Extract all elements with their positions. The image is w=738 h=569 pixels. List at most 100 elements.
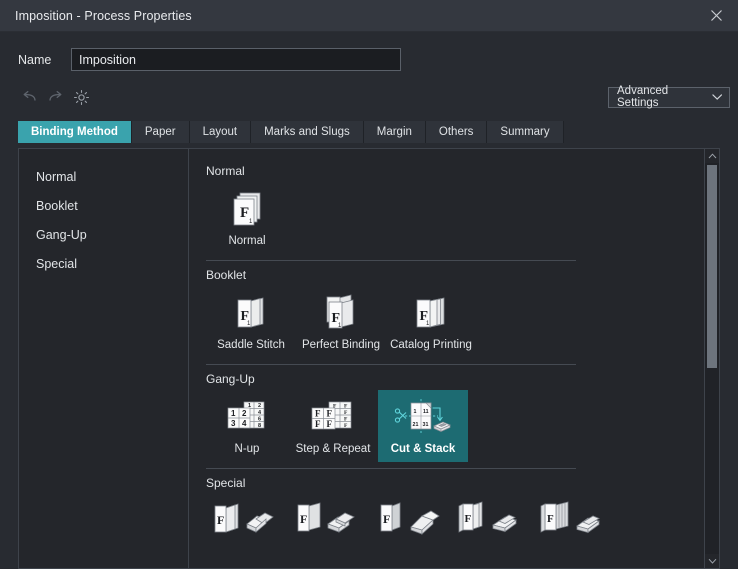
option-label: Perfect Binding	[302, 339, 380, 351]
tab-paper[interactable]: Paper	[132, 121, 190, 143]
close-button[interactable]	[694, 0, 738, 31]
option-catalog-printing[interactable]: F 1 Catalog Printing	[386, 286, 476, 358]
settings-button[interactable]	[70, 86, 93, 108]
svg-text:8: 8	[258, 423, 261, 429]
n-up-icon: 12 4 6 8	[222, 396, 272, 440]
section-normal: Normal	[206, 164, 719, 263]
gear-icon	[73, 89, 90, 106]
tab-label: Paper	[145, 126, 176, 138]
redo-button[interactable]	[44, 86, 67, 108]
svg-text:F: F	[547, 513, 554, 525]
option-special-2[interactable]: F	[288, 494, 370, 544]
dialog-body: Name	[0, 32, 738, 569]
saddle-stitch-icon: F 1	[229, 292, 273, 336]
option-normal[interactable]: F 1 Normal	[206, 182, 288, 254]
option-label: Catalog Printing	[390, 339, 472, 351]
toolbar-icons	[18, 86, 93, 108]
option-special-3[interactable]: F	[370, 494, 452, 544]
catalog-printing-icon: F 1	[408, 292, 454, 336]
icon-row: 12 4 6 8	[206, 390, 719, 462]
section-title: Normal	[206, 164, 719, 178]
option-label: Cut & Stack	[391, 443, 456, 455]
special-fold-5-icon: F	[537, 500, 613, 544]
title-bar: Imposition - Process Properties	[0, 0, 738, 32]
advanced-settings-label: Advanced Settings	[617, 85, 708, 109]
section-title: Gang-Up	[206, 372, 719, 386]
normal-pages-icon: F 1	[227, 188, 267, 232]
tab-label: Marks and Slugs	[264, 126, 350, 138]
sidebar-item-booklet[interactable]: Booklet	[19, 191, 188, 220]
option-perfect-binding[interactable]: F 1 Perfect Binding	[296, 286, 386, 358]
advanced-settings-dropdown[interactable]: Advanced Settings	[608, 87, 730, 108]
tab-label: Margin	[377, 126, 412, 138]
name-label: Name	[18, 53, 71, 67]
name-input[interactable]	[71, 48, 401, 71]
svg-text:F: F	[315, 419, 321, 429]
sidebar-item-label: Booklet	[36, 199, 78, 213]
process-properties-dialog: Imposition - Process Properties Name	[0, 0, 738, 559]
tab-label: Summary	[500, 126, 549, 138]
tab-margin[interactable]: Margin	[364, 121, 426, 143]
special-fold-1-icon: F	[209, 500, 285, 544]
cut-and-stack-icon: 111 2131	[392, 396, 454, 440]
tab-summary[interactable]: Summary	[487, 121, 563, 143]
scroll-up-button[interactable]	[705, 149, 719, 163]
sidebar-item-normal[interactable]: Normal	[19, 162, 188, 191]
special-fold-3-icon: F	[373, 500, 449, 544]
tab-layout[interactable]: Layout	[190, 121, 252, 143]
sidebar-item-label: Normal	[36, 170, 76, 184]
chevron-up-icon	[708, 153, 717, 159]
tab-label: Layout	[203, 126, 238, 138]
option-label: Normal	[228, 235, 265, 247]
sidebar-item-label: Special	[36, 257, 77, 271]
section-divider	[206, 468, 576, 469]
sidebar-item-gang-up[interactable]: Gang-Up	[19, 220, 188, 249]
tab-label: Binding Method	[31, 126, 118, 138]
binding-method-content: Normal	[189, 149, 719, 568]
svg-text:21: 21	[413, 422, 419, 428]
icon-row: F 1 Normal	[206, 182, 719, 254]
svg-text:2: 2	[258, 403, 261, 409]
option-cut-and-stack[interactable]: 111 2131	[378, 390, 468, 462]
step-and-repeat-icon: FF F F F	[307, 396, 359, 440]
option-step-and-repeat[interactable]: FF F F F	[288, 390, 378, 462]
section-title: Booklet	[206, 268, 719, 282]
sidebar-item-special[interactable]: Special	[19, 249, 188, 278]
svg-text:F: F	[465, 513, 472, 525]
icon-row: F	[206, 494, 719, 544]
section-gang-up: Gang-Up	[206, 372, 719, 471]
svg-text:11: 11	[423, 409, 429, 415]
scroll-down-button[interactable]	[705, 554, 719, 568]
svg-text:F: F	[327, 419, 333, 429]
svg-text:F: F	[383, 512, 390, 526]
tab-marks-and-slugs[interactable]: Marks and Slugs	[251, 121, 364, 143]
chevron-down-icon	[712, 93, 722, 101]
name-row: Name	[0, 32, 738, 74]
option-saddle-stitch[interactable]: F 1 Saddle Stitch	[206, 286, 296, 358]
tab-label: Others	[439, 126, 474, 138]
scrollbar-track[interactable]	[705, 163, 719, 554]
option-n-up[interactable]: 12 4 6 8	[206, 390, 288, 462]
svg-text:6: 6	[258, 416, 261, 422]
option-special-1[interactable]: F	[206, 494, 288, 544]
category-sidebar: Normal Booklet Gang-Up Special	[19, 149, 189, 568]
tab-binding-method[interactable]: Binding Method	[18, 121, 132, 143]
option-special-5[interactable]: F	[534, 494, 616, 544]
binding-method-panel: Normal Booklet Gang-Up Special Normal	[18, 148, 720, 569]
option-special-4[interactable]: F	[452, 494, 534, 544]
section-divider	[206, 260, 576, 261]
tab-others[interactable]: Others	[426, 121, 488, 143]
section-title: Special	[206, 476, 719, 490]
svg-text:3: 3	[231, 419, 236, 428]
tab-bar: Binding Method Paper Layout Marks and Sl…	[18, 121, 738, 143]
svg-text:F: F	[217, 513, 224, 527]
special-fold-2-icon: F	[291, 500, 367, 544]
svg-text:F: F	[300, 512, 307, 526]
undo-button[interactable]	[18, 86, 41, 108]
option-label: N-up	[235, 443, 260, 455]
option-label: Saddle Stitch	[217, 339, 285, 351]
special-fold-4-icon: F	[455, 500, 531, 544]
scrollbar-thumb[interactable]	[707, 165, 717, 368]
content-scrollbar[interactable]	[704, 149, 719, 568]
svg-text:4: 4	[242, 419, 247, 428]
